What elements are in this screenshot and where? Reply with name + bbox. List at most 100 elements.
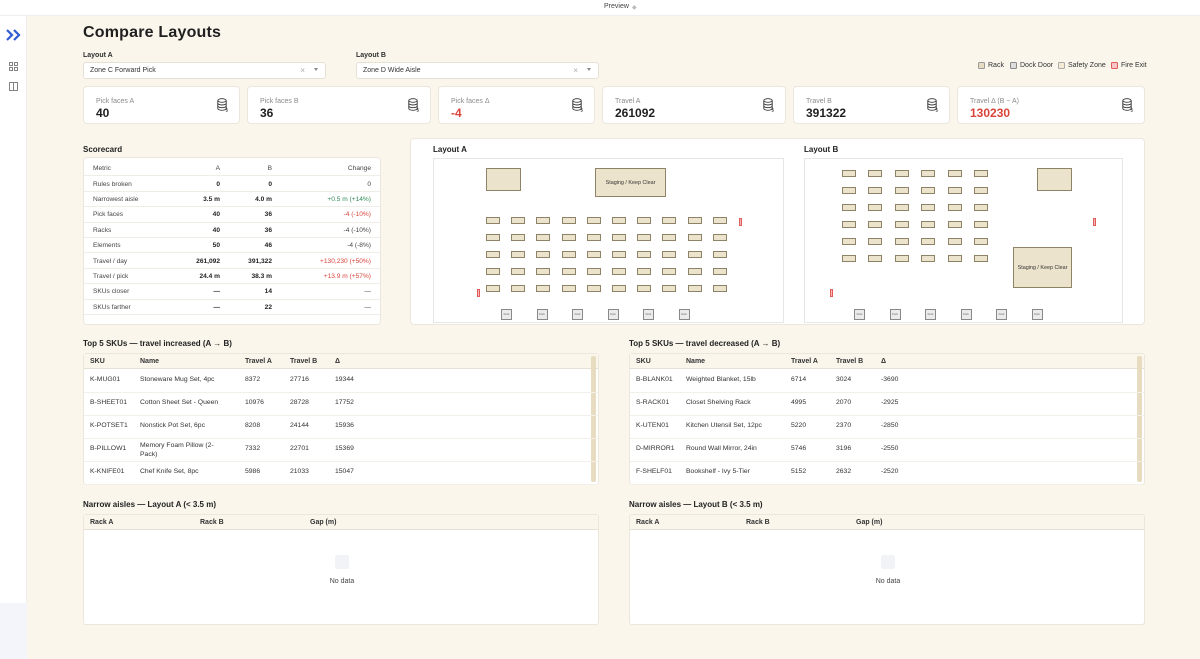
rack[interactable] [921,221,936,228]
table-row[interactable]: K-POTSET1 Nonstick Pot Set, 6pc 8208 24144 1… [84,415,598,439]
fire-exit[interactable] [477,289,480,297]
rack[interactable] [947,255,962,262]
rack[interactable] [586,285,601,292]
rack[interactable] [868,170,883,177]
rack[interactable] [536,285,551,292]
rack[interactable] [687,217,702,224]
legend-fire-exit[interactable]: Fire Exit [1111,62,1147,69]
rack[interactable] [712,285,727,292]
rack[interactable] [662,285,677,292]
rack[interactable] [687,268,702,275]
rack[interactable] [974,204,988,211]
rack[interactable] [894,187,909,194]
rack[interactable] [486,251,500,258]
table-row[interactable]: K-KNIFE01 Chef Knife Set, 8pc 5986 21033 150… [84,461,598,485]
rack[interactable] [511,285,526,292]
rack[interactable] [842,204,856,211]
table-row[interactable]: K-UTEN01 Kitchen Utensil Set, 12pc 5220 237… [630,415,1144,439]
rack[interactable] [586,217,601,224]
layout-a-select[interactable]: Zone C Forward Pick × [83,62,326,79]
rack[interactable] [712,234,727,241]
rack[interactable] [974,187,988,194]
rack[interactable] [921,238,936,245]
rack[interactable] [662,251,677,258]
rack[interactable] [842,170,856,177]
rack[interactable] [536,268,551,275]
dock-door[interactable]: Dock [536,309,548,320]
rack[interactable] [894,170,909,177]
rack[interactable] [842,255,856,262]
rack[interactable] [486,285,500,292]
dock-door[interactable]: Dock [501,309,512,320]
rack[interactable] [894,221,909,228]
rack[interactable] [612,268,626,275]
rack[interactable] [687,251,702,258]
table-row[interactable]: B-PILLOW1 Memory Foam Pillow (2-Pack) 7332… [84,438,598,462]
rack[interactable] [921,187,936,194]
rack[interactable] [947,221,962,228]
rack[interactable] [868,221,883,228]
rack[interactable] [612,285,626,292]
rack[interactable] [712,268,727,275]
dock-door[interactable]: Dock [889,309,901,320]
dock-door[interactable]: Dock [996,309,1007,320]
staging-zone[interactable]: Staging / Keep Clear [595,168,666,197]
legend-dock-door[interactable]: Dock Door [1010,62,1053,69]
table-row[interactable]: D-MIRROR1 Round Wall Mirror, 24in 5746 3196… [630,438,1144,462]
rack[interactable] [947,204,962,211]
rack[interactable] [974,170,988,177]
table-row[interactable]: B-SHEET01 Cotton Sheet Set - Queen 10976 28… [84,392,598,416]
rack[interactable] [561,268,576,275]
rack[interactable] [637,234,652,241]
rack[interactable] [586,251,601,258]
rack[interactable] [536,234,551,241]
table-row[interactable]: F-SHELF01 Bookshelf - Ivy 5-Tier 5152 2632 -… [630,461,1144,485]
rack[interactable] [586,234,601,241]
rack[interactable] [637,217,652,224]
legend-safety-zone[interactable]: Safety Zone [1058,62,1106,69]
rack[interactable] [712,217,727,224]
rack[interactable] [561,217,576,224]
layout-a-canvas[interactable]: Staging / Keep Clear Dock Dock Dock Dock Dock… [433,158,784,323]
chevron-down-icon[interactable] [314,68,318,71]
rack[interactable] [536,251,551,258]
dock-door[interactable]: Dock [854,309,865,320]
legend-rack[interactable]: Rack [978,62,1004,69]
rack[interactable] [662,217,677,224]
rack[interactable] [947,187,962,194]
rack[interactable] [974,221,988,228]
rack[interactable] [974,255,988,262]
rack[interactable] [486,268,500,275]
rack[interactable] [842,238,856,245]
rack[interactable] [586,268,601,275]
rack[interactable] [974,238,988,245]
rack[interactable] [687,285,702,292]
rack[interactable] [921,255,936,262]
rack[interactable] [486,217,500,224]
rack[interactable] [894,255,909,262]
rack[interactable] [637,268,652,275]
rack[interactable] [842,187,856,194]
safety-zone[interactable] [1037,168,1072,191]
table-row[interactable]: K-MUG01 Stoneware Mug Set, 4pc 8372 27716 19… [84,369,598,393]
rack[interactable] [536,217,551,224]
table-row[interactable]: S-RACK01 Closet Shelving Rack 4995 2070 -292… [630,392,1144,416]
rack[interactable] [511,234,526,241]
rack[interactable] [511,251,526,258]
table-row[interactable]: B-BLANK01 Weighted Blanket, 15lb 6714 3024 -… [630,369,1144,393]
fire-exit[interactable] [1093,218,1096,226]
dock-door[interactable]: Dock [960,309,972,320]
dock-door[interactable]: Dock [1031,309,1043,320]
rack[interactable] [511,268,526,275]
rack[interactable] [662,234,677,241]
rack[interactable] [921,170,936,177]
rack[interactable] [561,234,576,241]
dock-door[interactable]: Dock [678,309,690,320]
rack[interactable] [612,217,626,224]
rack[interactable] [687,234,702,241]
rack[interactable] [947,238,962,245]
fire-exit[interactable] [739,218,742,226]
rack[interactable] [894,238,909,245]
rack[interactable] [511,217,526,224]
clear-icon[interactable]: × [573,66,578,75]
